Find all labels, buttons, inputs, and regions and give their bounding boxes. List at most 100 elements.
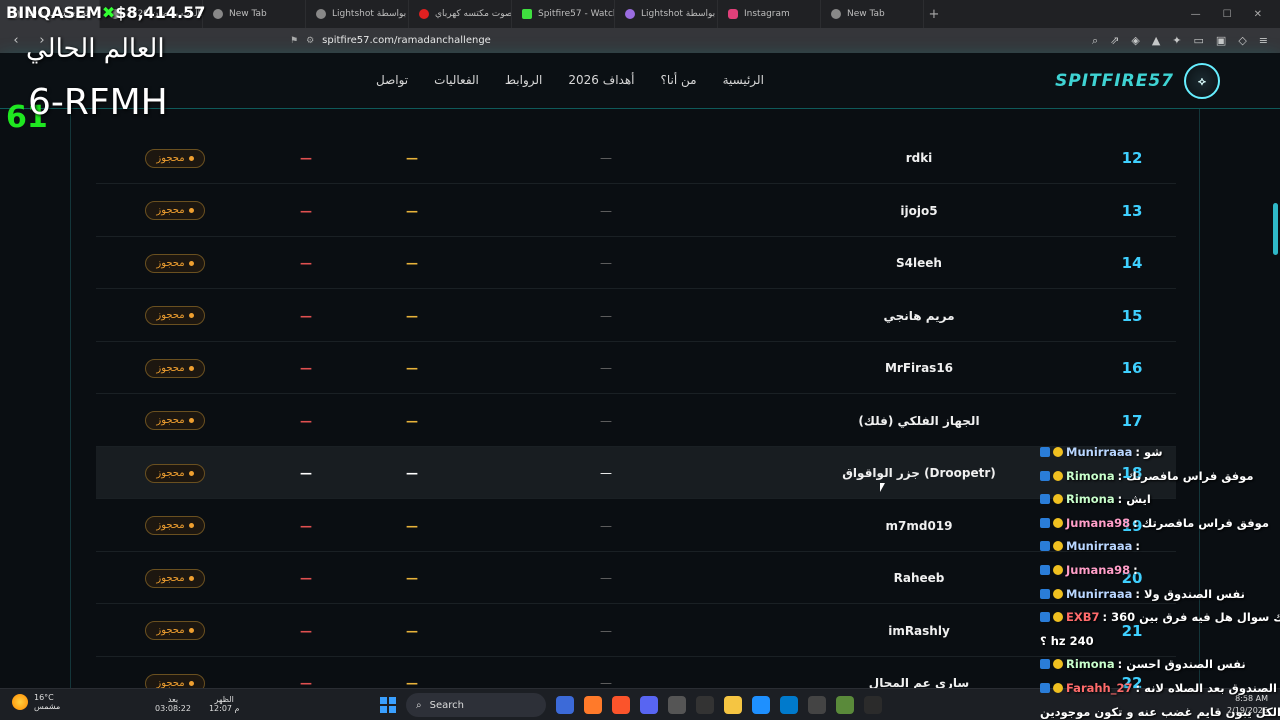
chat-username: Jumana98 xyxy=(1066,515,1131,530)
chat-message: Rimona موفق فراس مافصرتك : xyxy=(1040,469,1253,483)
chat-badge-icon xyxy=(1040,683,1050,693)
minecraft-icon[interactable] xyxy=(836,696,854,714)
extensions-icon[interactable]: ✦ xyxy=(1172,34,1181,48)
cell-dash-3: — xyxy=(300,413,312,428)
nav-events[interactable]: الفعاليات xyxy=(434,73,479,87)
nav-about[interactable]: من أنا؟ xyxy=(661,73,697,87)
cell-dash-1: — xyxy=(600,466,612,480)
status-badge: محجوز xyxy=(145,411,205,430)
tab-8[interactable]: New Tab xyxy=(821,0,924,28)
tab-favicon xyxy=(213,9,223,19)
taskbar-apps: ⌕ Search xyxy=(380,693,882,717)
tab-2[interactable]: New Tab xyxy=(203,0,306,28)
new-tab-button[interactable]: + xyxy=(924,7,944,22)
cell-dash-3: — xyxy=(300,203,312,218)
nav-home[interactable]: الرئيسية xyxy=(723,73,764,87)
kick-icon xyxy=(522,9,532,19)
participant-name: rdki xyxy=(905,151,933,165)
back-icon[interactable]: ‹ xyxy=(8,33,24,48)
chat-message: 240 hz ؟ xyxy=(1040,634,1094,648)
chat-badge-icon xyxy=(1040,659,1050,670)
nav-contact[interactable]: تواصل xyxy=(376,73,408,87)
maximize-icon[interactable]: ☐ xyxy=(1223,9,1232,20)
status-cell: محجوز xyxy=(140,290,210,342)
chat-message: Farahh_27تخلي الصندوق بعد الصلاه لانه : xyxy=(1040,681,1280,695)
chat-text: تخلي الصندوق بعد الصلاه لانه : xyxy=(1135,681,1280,695)
tab-6[interactable]: Lightshot بواسطة xyxy=(615,0,718,28)
url-field[interactable]: ⚑ ⚙ spitfire57.com/ramadanchallenge xyxy=(290,35,491,46)
mouse-cursor-icon xyxy=(880,483,885,492)
weather-widget[interactable]: 16°C مشمس xyxy=(12,693,60,711)
menu-icon[interactable]: ≡ xyxy=(1259,34,1268,48)
tab-5[interactable]: Spitfire57 - Watch xyxy=(512,0,615,28)
windows-start-icon[interactable] xyxy=(380,697,396,713)
status-label: محجوز xyxy=(156,415,185,426)
brave-icon[interactable] xyxy=(612,696,630,714)
toolbar-icons: ⌕ ⇗ ◈ ▲ ✦ ▭ ▣ ◇ ≡ xyxy=(1092,34,1280,48)
cell-dash-2: — xyxy=(406,361,418,375)
table-row: 15 مريم هانجي — — — محجوز xyxy=(96,290,1176,342)
status-badge: محجوز xyxy=(145,568,205,588)
close-window-icon[interactable]: ✕ xyxy=(1254,9,1262,20)
prayer2-label: الظهر xyxy=(214,695,234,704)
chat-badge-icon xyxy=(1040,447,1050,457)
vscode-alt-icon[interactable] xyxy=(752,696,770,714)
participant-name: ijojo5 xyxy=(900,203,938,218)
prayer1-label: بعد xyxy=(167,695,179,704)
cell-dash-2: — xyxy=(406,151,418,165)
chat-sub-icon xyxy=(1053,612,1063,623)
status-label: محجوز xyxy=(156,677,185,689)
tab-7[interactable]: Instagram xyxy=(718,0,821,28)
vscode-icon[interactable] xyxy=(780,696,798,714)
bookmark-icon[interactable]: ⚑ xyxy=(290,36,298,46)
chat-message: Rimona ايش : xyxy=(1040,492,1151,506)
table-row: 13 ijojo5 — — — محجوز xyxy=(96,185,1176,237)
chat-text: و hz منوك سوال هل فيه فرق بين 360 : xyxy=(1102,610,1280,625)
chat-username: Munirraaa xyxy=(1066,586,1133,601)
share-icon[interactable]: ⇗ xyxy=(1110,34,1119,48)
site-info-icon[interactable]: ⚙ xyxy=(306,36,314,46)
chat-sub-icon xyxy=(1053,517,1063,528)
chat-sub-icon xyxy=(1053,541,1063,552)
obs-icon[interactable] xyxy=(808,696,826,714)
minimize-icon[interactable]: — xyxy=(1191,9,1201,20)
chat-text: الكل يبون قايم غضب عنه و تكون موجودين xyxy=(1040,704,1280,719)
app-icon[interactable] xyxy=(668,696,686,714)
page-scrollbar[interactable] xyxy=(1273,203,1278,255)
chat-badge-icon xyxy=(1040,612,1050,623)
status-dot-icon xyxy=(188,260,194,266)
tab-4[interactable]: صوت مكتسه كهرباي xyxy=(409,0,512,28)
status-label: محجوز xyxy=(156,152,185,164)
cell-dash-3: — xyxy=(300,466,312,480)
chat-badge-icon xyxy=(1040,517,1050,528)
nav-links[interactable]: الروابط xyxy=(505,73,542,87)
participant-name: S4leeh xyxy=(896,256,942,270)
tab-3[interactable]: Lightshot بواسطة xyxy=(306,0,409,28)
address-bar: ‹ › ⚑ ⚙ spitfire57.com/ramadanchallenge … xyxy=(0,28,1280,53)
wallet-icon[interactable]: ▣ xyxy=(1216,34,1226,48)
status-badge: محجوز xyxy=(145,148,205,168)
site-logo[interactable]: SPITFIRE57 ⟡ xyxy=(1055,63,1220,99)
firefox-icon[interactable] xyxy=(584,696,602,714)
google-icon[interactable] xyxy=(864,696,882,714)
sidebar-icon[interactable]: ▭ xyxy=(1194,34,1204,48)
vpn-icon[interactable]: ◇ xyxy=(1238,34,1246,48)
row-number: 15 xyxy=(1121,306,1143,325)
copilot-icon[interactable] xyxy=(556,696,574,714)
rewards-icon[interactable]: ▲ xyxy=(1152,34,1160,48)
cell-dash-2: — xyxy=(406,571,418,585)
chat-badge-icon xyxy=(1040,494,1050,505)
brave-shield-icon[interactable]: ◈ xyxy=(1131,34,1139,48)
nav-goals[interactable]: أهداف 2026 xyxy=(568,73,634,87)
row-number: 17 xyxy=(1121,411,1143,430)
separator-icon: ✖ xyxy=(101,3,116,22)
chat-badge-icon xyxy=(1040,565,1050,575)
table-row: 20 Raheeb — — — محجوز xyxy=(96,552,1176,604)
zoom-icon[interactable]: ⌕ xyxy=(1092,34,1098,48)
taskbar-search[interactable]: ⌕ Search xyxy=(406,693,546,717)
github-icon[interactable] xyxy=(696,696,714,714)
file-explorer-icon[interactable] xyxy=(724,696,742,714)
status-cell: محجوز xyxy=(140,395,210,447)
status-dot-icon xyxy=(188,313,194,318)
discord-icon[interactable] xyxy=(640,696,658,714)
